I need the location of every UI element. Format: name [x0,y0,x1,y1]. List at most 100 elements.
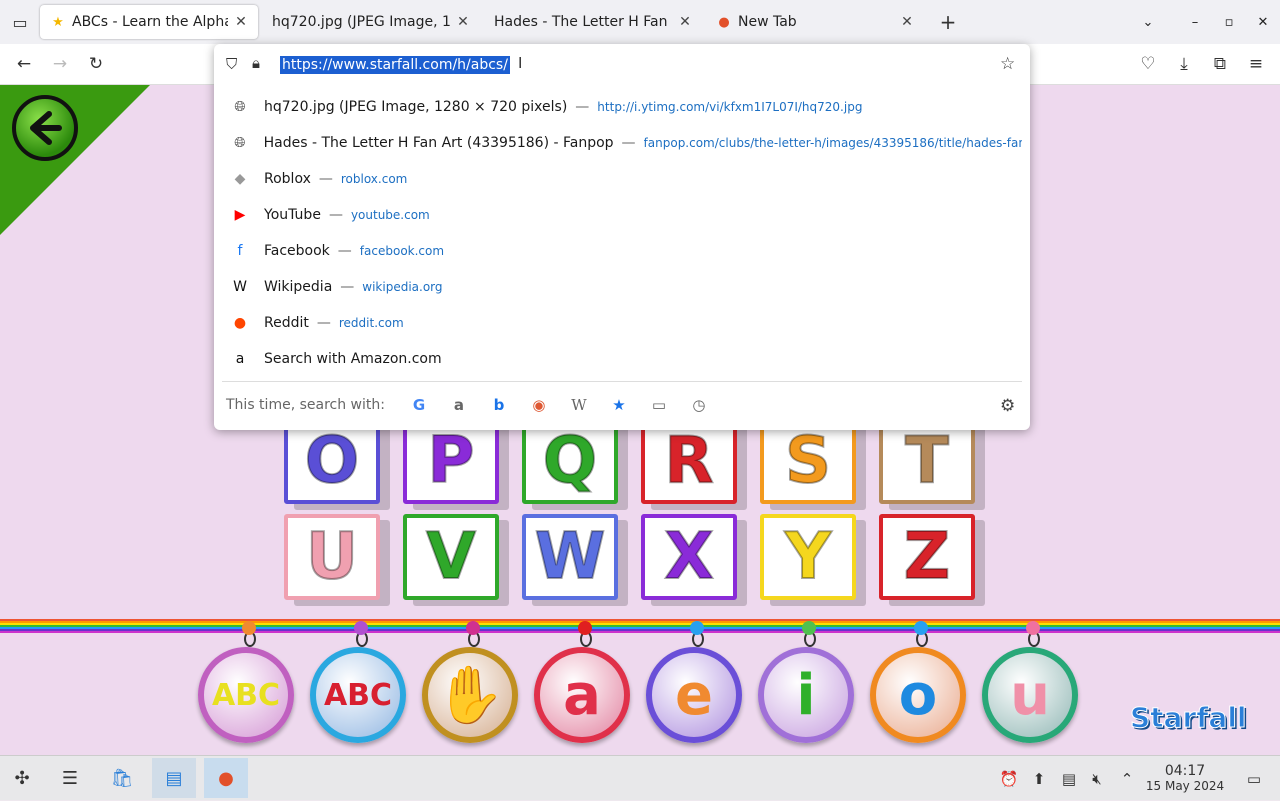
list-all-tabs-button[interactable]: ⌄ [1118,0,1178,44]
new-tab-button[interactable]: + [928,0,968,44]
letter-block[interactable]: R [641,418,737,504]
clock[interactable]: 04:17 15 May 2024 [1142,756,1228,801]
minimize-button[interactable]: – [1178,0,1212,44]
lock-icon[interactable]: 🔒︎ [252,54,260,72]
activity-ball[interactable]: ABC [198,621,294,743]
block-letter: Q [542,423,598,499]
tab-overview-icon[interactable]: ▭ [0,0,40,44]
letter-block[interactable]: X [641,514,737,600]
suggestion-row[interactable]: W Wikipedia — wikipedia.org [222,269,1022,305]
discover-icon[interactable]: 🛍︎ [100,758,144,798]
show-desktop-icon[interactable]: ▭ [1242,756,1266,801]
app-launcher-icon[interactable]: ✣ [0,758,44,798]
page-back-button[interactable] [12,95,78,161]
letter-block[interactable]: Z [879,514,975,600]
block-letter: U [305,519,359,595]
downloads-icon[interactable]: ⤓ [1168,44,1200,84]
tab-new-tab[interactable]: ● New Tab ✕ [706,5,924,39]
letter-block[interactable]: U [284,514,380,600]
suggestion-url: youtube.com [350,208,430,222]
menu-icon[interactable]: ≡ [1240,44,1272,84]
letter-block[interactable]: W [522,514,618,600]
amazon-icon[interactable]: a [439,396,479,414]
arrow-left-icon [30,111,62,145]
activity-ball[interactable]: ABC [310,621,406,743]
close-icon[interactable]: ✕ [676,14,694,30]
letter-block[interactable]: V [403,514,499,600]
forward-button[interactable]: → [44,44,76,84]
block-letter: Y [784,519,832,595]
duckduckgo-icon[interactable]: ◉ [519,396,559,414]
suggestion-url: facebook.com [359,244,445,258]
google-icon[interactable]: G [399,396,439,414]
tab-hades[interactable]: Hades - The Letter H Fan Art ✕ [484,5,702,39]
tabs-icon[interactable]: ▭ [639,396,679,414]
suggestion-row[interactable]: ▶ YouTube — youtube.com [222,197,1022,233]
reddit-icon: ● [233,315,247,331]
url-text[interactable]: https://www.starfall.com/h/abcs/ [280,56,510,74]
activity-ball[interactable]: i [758,621,854,743]
letter-block[interactable]: P [403,418,499,504]
tab-hq720[interactable]: hq720.jpg (JPEG Image, 128 ✕ [262,5,480,39]
roblox-icon: ◆ [234,171,246,187]
close-icon[interactable]: ✕ [454,14,472,30]
notifications-icon[interactable]: ⏰ [998,756,1020,801]
update-icon[interactable]: ⬆ [1028,756,1050,801]
activity-ball[interactable]: o [870,621,966,743]
youtube-icon: ▶ [234,207,246,223]
activity-ball[interactable]: a [534,621,630,743]
url-bar[interactable]: ⛉ 🔒︎ https://www.starfall.com/h/abcs/ I … [214,44,1030,84]
activity-ball[interactable]: e [646,621,742,743]
letter-block[interactable]: T [879,418,975,504]
star-icon: ★ [52,14,64,30]
suggestion-row[interactable]: ◆ Roblox — roblox.com [222,161,1022,197]
suggestion-row[interactable]: 🌐︎ Hades - The Letter H Fan Art (43395186… [222,125,1022,161]
suggestion-row[interactable]: ● Reddit — reddit.com [222,305,1022,341]
url-dropdown: ⛉ 🔒︎ https://www.starfall.com/h/abcs/ I … [214,44,1030,430]
gear-icon[interactable]: ⚙ [1000,396,1015,416]
separator-dash: — [316,315,331,331]
ball-label: ABC [323,677,393,713]
letter-block[interactable]: S [760,418,856,504]
activity-ball[interactable]: ✋ [422,621,518,743]
volume-muted-icon[interactable]: 🔇︎ [1086,756,1108,801]
ball-label: u [1010,662,1050,728]
block-letter: T [904,423,950,499]
maximize-button[interactable]: ▫ [1212,0,1246,44]
pocket-icon[interactable]: ♡ [1132,44,1164,84]
letter-block[interactable]: Y [760,514,856,600]
tab-title: New Tab [738,14,797,30]
suggestion-row[interactable]: 🌐︎ hq720.jpg (JPEG Image, 1280 × 720 pixe… [222,89,1022,125]
starfall-logo[interactable]: Starfall [1130,701,1248,735]
suggestion-row[interactable]: f Facebook — facebook.com [222,233,1022,269]
suggestion-title: Search with Amazon.com [264,351,442,367]
extensions-icon[interactable]: ⧉ [1204,44,1236,84]
wikipedia-icon[interactable]: W [559,396,599,414]
chevron-up-icon[interactable]: ⌃ [1116,756,1138,801]
file-manager-icon[interactable]: ▤ [152,758,196,798]
letter-block[interactable]: O [284,418,380,504]
back-button[interactable]: ← [8,44,40,84]
shield-icon[interactable]: ⛉ [226,55,237,73]
bookmark-star-icon[interactable]: ☆ [1000,54,1015,74]
suggestion-title: Reddit [264,315,309,331]
reload-button[interactable]: ↻ [80,44,112,84]
system-settings-icon[interactable]: ☰ [48,758,92,798]
separator-dash: — [621,135,636,151]
letter-block[interactable]: Q [522,418,618,504]
close-icon[interactable]: ✕ [898,14,916,30]
clipboard-icon[interactable]: ▤ [1058,756,1080,801]
close-window-button[interactable]: ✕ [1246,0,1280,44]
bing-icon[interactable]: b [479,396,519,414]
suggestion-row[interactable]: a Search with Amazon.com [222,341,1022,377]
bookmarks-icon[interactable]: ★ [599,396,639,414]
activity-ball[interactable]: u [982,621,1078,743]
tab-title: Hades - The Letter H Fan Art [494,14,672,30]
tab-abcs[interactable]: ★ ABCs - Learn the Alphabe ✕ [40,5,258,39]
bead [1026,621,1040,635]
firefox-taskbar-icon[interactable]: ● [204,758,248,798]
suggestion-url: roblox.com [340,172,408,186]
facebook-icon: f [237,243,243,259]
close-icon[interactable]: ✕ [232,14,250,30]
history-icon[interactable]: ◷ [679,396,719,414]
